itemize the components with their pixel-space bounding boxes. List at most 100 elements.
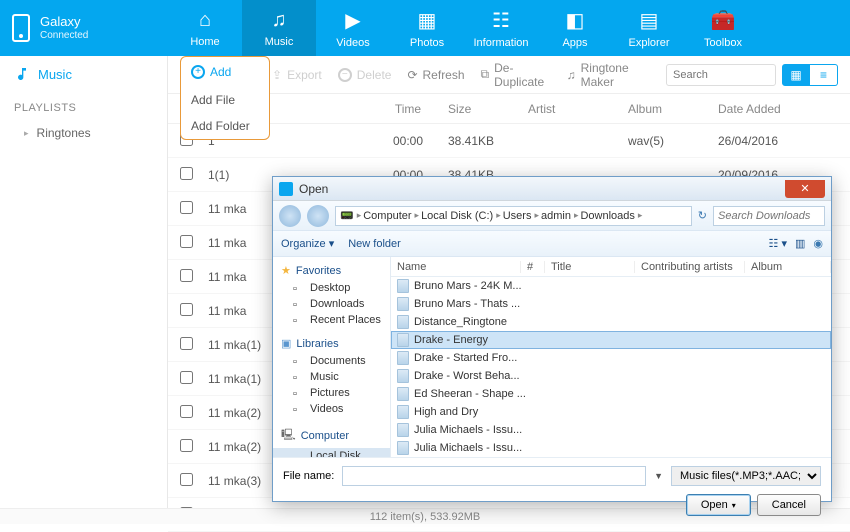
nav-music[interactable]: ♫Music [242,0,316,56]
col-album[interactable]: Album [628,102,718,116]
breadcrumb-root[interactable]: 📟 ▸ [340,209,361,222]
tree-item[interactable]: ▫Desktop [273,280,390,296]
row-checkbox[interactable] [180,167,193,180]
audio-file-icon [397,387,409,401]
row-checkbox[interactable] [180,303,193,316]
row-checkbox[interactable] [180,405,193,418]
preview-pane-button[interactable]: ▥ [795,237,805,250]
col-size[interactable]: Size [448,102,528,116]
col-time[interactable]: Time [368,102,448,116]
sidebar-current[interactable]: Music [0,56,167,92]
table-row[interactable]: 100:0038.41KBwav(5)26/04/2016 [168,124,850,158]
filecol-title[interactable]: Title [545,261,635,273]
grid-view-button[interactable]: ▦ [782,64,810,86]
search-input[interactable] [666,64,776,86]
file-item[interactable]: Distance_Ringtone [391,313,831,331]
nav-label: Apps [562,37,587,49]
ringtone-button[interactable]: ♫ Ringtone Maker [567,61,650,89]
top-bar: Galaxy Connected ⌂ Home ♫Music▶Videos▦Phot… [0,0,850,56]
file-item[interactable]: High and Dry [391,403,831,421]
sidebar-item-ringtones[interactable]: Ringtones [0,120,167,146]
back-button[interactable] [279,205,301,227]
tree-item[interactable]: ▫Music [273,369,390,385]
file-item[interactable]: Julia Michaels - Issu... [391,439,831,457]
row-checkbox[interactable] [180,371,193,384]
tree-libraries[interactable]: ▣Libraries [273,334,390,353]
list-view-button[interactable]: ≡ [810,64,838,86]
nav-home[interactable]: ⌂ Home [168,0,242,56]
close-button[interactable]: ✕ [785,180,825,198]
filetype-select[interactable]: Music files(*.MP3;*.AAC;*.AC3;* [671,466,821,486]
tree-favorites[interactable]: ★Favorites [273,261,390,280]
col-date[interactable]: Date Added [718,102,838,116]
dialog-search-input[interactable] [713,206,825,226]
refresh-nav-icon[interactable]: ↻ [698,209,707,222]
row-checkbox[interactable] [180,337,193,350]
tree-item[interactable]: ▫Documents [273,353,390,369]
dedup-label: De-Duplicate [494,61,550,89]
nav-label: Home [190,36,219,48]
tree-item[interactable]: ▫Downloads [273,296,390,312]
add-file-item[interactable]: Add File [181,87,269,113]
dedup-button[interactable]: ⧉ De-Duplicate [481,61,551,89]
filecol-album[interactable]: Album [745,261,831,273]
filename-input[interactable] [342,466,646,486]
organize-button[interactable]: Organize ▾ [281,237,334,250]
file-item[interactable]: Bruno Mars - 24K M... [391,277,831,295]
audio-file-icon [397,333,409,347]
breadcrumb-item[interactable]: Local Disk (C:) ▸ [421,210,501,222]
filecol-name[interactable]: Name [391,261,521,273]
nav-explorer[interactable]: ▤Explorer [612,0,686,56]
add-button[interactable]: + Add [181,57,269,87]
view-options-button[interactable]: ☷ ▾ [769,237,787,250]
nav-photos[interactable]: ▦Photos [390,0,464,56]
newfolder-button[interactable]: New folder [348,238,401,250]
add-folder-item[interactable]: Add Folder [181,113,269,139]
help-button[interactable]: ◉ [813,237,823,250]
row-checkbox[interactable] [180,439,193,452]
dialog-titlebar[interactable]: Open ✕ [273,177,831,201]
tree-item[interactable]: ▫Local Disk (C:) [273,448,390,457]
row-checkbox[interactable] [180,235,193,248]
export-button[interactable]: ⇪ Export [272,68,322,82]
refresh-button[interactable]: ⟳ Refresh [407,68,464,82]
filecol-artist[interactable]: Contributing artists [635,261,745,273]
audio-file-icon [397,297,409,311]
forward-button[interactable] [307,205,329,227]
tree-computer[interactable]: 🖳Computer [273,423,390,448]
breadcrumb-item[interactable]: Users ▸ [503,210,539,222]
file-name: Drake - Energy [414,334,488,346]
filecol-num[interactable]: # [521,261,545,273]
breadcrumb-item[interactable]: Computer ▸ [363,210,419,222]
home-icon: ⌂ [199,9,211,32]
row-checkbox[interactable] [180,201,193,214]
sidebar-section: PLAYLISTS [0,92,167,120]
nav-toolbox[interactable]: 🧰Toolbox [686,0,760,56]
file-item[interactable]: Drake - Started Fro... [391,349,831,367]
tree-item[interactable]: ▫Pictures [273,385,390,401]
dialog-title: Open [299,182,328,196]
open-button[interactable]: Open▾ [686,494,751,516]
file-name: Drake - Started Fro... [414,352,517,364]
breadcrumb-item[interactable]: Downloads ▸ [580,210,642,222]
row-checkbox[interactable] [180,473,193,486]
folder-icon: ▫ [293,315,305,325]
nav-information[interactable]: ☷Information [464,0,538,56]
file-item[interactable]: Ed Sheeran - Shape ... [391,385,831,403]
nav-videos[interactable]: ▶Videos [316,0,390,56]
cancel-button[interactable]: Cancel [757,494,821,516]
ringtone-label: Ringtone Maker [581,61,650,89]
tree-item[interactable]: ▫Videos [273,401,390,417]
file-item[interactable]: Drake - Worst Beha... [391,367,831,385]
file-item[interactable]: Julia Michaels - Issu... [391,421,831,439]
delete-button[interactable]: − Delete [338,68,392,82]
breadcrumb-item[interactable]: admin ▸ [541,210,579,222]
file-item[interactable]: Drake - Energy [391,331,831,349]
file-item[interactable]: Bruno Mars - Thats ... [391,295,831,313]
device-block[interactable]: Galaxy Connected [0,14,168,42]
col-artist[interactable]: Artist [528,102,628,116]
tree-item[interactable]: ▫Recent Places [273,312,390,328]
breadcrumb[interactable]: 📟 ▸Computer ▸Local Disk (C:) ▸Users ▸adm… [335,206,692,226]
nav-apps[interactable]: ◧Apps [538,0,612,56]
row-checkbox[interactable] [180,269,193,282]
